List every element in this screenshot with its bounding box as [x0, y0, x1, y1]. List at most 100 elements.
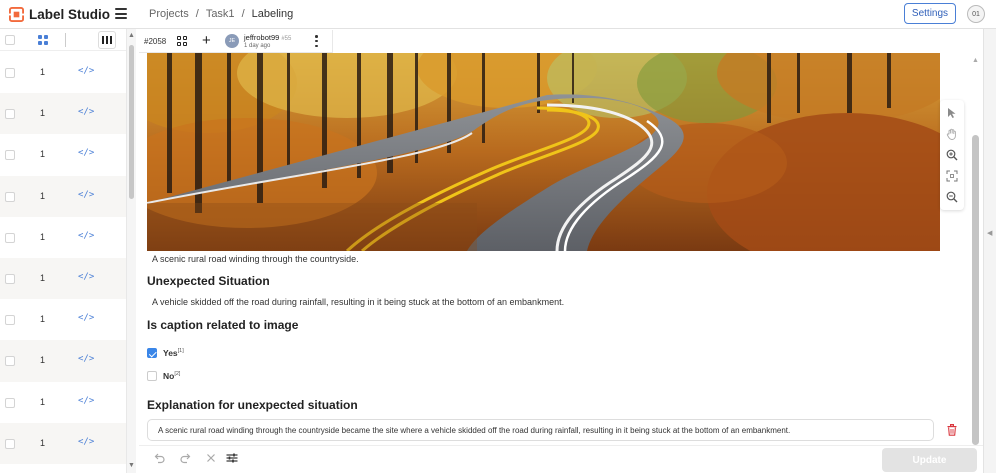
table-row[interactable]: 1 </>	[0, 52, 126, 94]
option-no-label: No	[163, 371, 175, 381]
labeling-area: A scenic rural road winding through the …	[139, 53, 969, 445]
update-button[interactable]: Update	[882, 448, 977, 472]
sliders-icon[interactable]	[226, 452, 238, 467]
table-row[interactable]: 1 </>	[0, 299, 126, 341]
row-count: 1	[40, 314, 46, 325]
bottom-toolbar: Update	[139, 445, 983, 473]
image-caption: A scenic rural road winding through the …	[152, 254, 359, 264]
task-image[interactable]	[147, 53, 940, 251]
table-row[interactable]: 1 </>	[0, 93, 126, 135]
row-checkbox[interactable]	[5, 68, 15, 78]
code-icon: </>	[78, 313, 95, 324]
grid-icon[interactable]	[177, 36, 187, 46]
user-menu-avatar[interactable]: 01	[967, 5, 985, 23]
hamburger-icon[interactable]	[115, 8, 127, 19]
row-count: 1	[40, 149, 46, 160]
app-title: Label Studio	[29, 6, 110, 22]
row-count: 1	[40, 437, 46, 448]
option-no[interactable]: No[2]	[147, 371, 180, 381]
kebab-icon[interactable]	[315, 35, 318, 47]
hand-icon[interactable]	[945, 127, 959, 141]
plus-icon[interactable]: +	[202, 32, 211, 49]
table-row[interactable]: 1 </>	[0, 134, 126, 176]
row-count: 1	[40, 231, 46, 242]
zoom-in-icon[interactable]	[945, 148, 959, 162]
unexpected-situation-heading: Unexpected Situation	[147, 274, 270, 288]
code-icon: </>	[78, 230, 95, 241]
annotation-time: 1 day ago	[244, 43, 271, 49]
row-checkbox[interactable]	[5, 232, 15, 243]
task-list-scrollbar[interactable]: ▲ ▼	[126, 29, 136, 473]
code-icon: </>	[78, 107, 95, 118]
annotator-avatar: JE	[225, 34, 239, 48]
pointer-icon[interactable]	[945, 106, 959, 120]
code-icon: </>	[78, 148, 95, 159]
table-row[interactable]: 1 </>	[0, 381, 126, 423]
row-count: 1	[40, 108, 46, 119]
scroll-down-icon[interactable]: ▼	[128, 462, 135, 469]
no-checkbox[interactable]	[147, 371, 157, 381]
option-yes-hotkey: [1]	[177, 348, 184, 355]
task-list-header	[0, 29, 126, 51]
row-checkbox[interactable]	[5, 315, 15, 326]
caption-related-heading: Is caption related to image	[147, 318, 299, 332]
close-icon[interactable]	[205, 452, 217, 467]
select-all-checkbox[interactable]	[5, 35, 15, 45]
unexpected-situation-text: A vehicle skidded off the road during ra…	[152, 297, 565, 307]
scrollbar-thumb[interactable]	[129, 45, 134, 199]
trash-icon[interactable]	[947, 424, 957, 436]
row-count: 1	[40, 67, 46, 77]
breadcrumb-current: Labeling	[251, 8, 294, 20]
row-count: 1	[40, 355, 46, 366]
yes-checkbox[interactable]	[147, 348, 157, 358]
table-row[interactable]: 1 </>	[0, 340, 126, 382]
breadcrumb-task[interactable]: Task1	[206, 8, 235, 20]
task-list: 1 </> 1 </> 1 </> 1 </> 1 </> 1 </> 1 </> 1 </> 1 </> 1 </>	[0, 29, 126, 473]
row-checkbox[interactable]	[5, 397, 15, 408]
annotator-username: jeffrobot99	[244, 33, 280, 42]
breadcrumb-projects[interactable]: Projects	[149, 8, 189, 20]
row-checkbox[interactable]	[5, 273, 15, 284]
task-rows: 1 </> 1 </> 1 </> 1 </> 1 </> 1 </> 1 </> 1 </> 1 </> 1 </>	[0, 52, 126, 464]
table-row[interactable]: 1 </>	[0, 175, 126, 217]
side-panel-collapsed[interactable]: ◀	[983, 29, 996, 473]
expand-panel-icon[interactable]: ◀	[987, 229, 992, 237]
option-no-hotkey: [2]	[174, 371, 181, 378]
settings-button[interactable]: Settings	[904, 3, 956, 24]
explanation-field[interactable]: A scenic rural road winding through the …	[147, 419, 934, 441]
breadcrumb-separator: /	[241, 8, 245, 20]
undo-icon[interactable]	[154, 452, 166, 467]
code-icon: </>	[78, 395, 95, 406]
code-icon: </>	[78, 354, 95, 365]
explanation-heading: Explanation for unexpected situation	[147, 398, 358, 412]
zoom-out-icon[interactable]	[945, 190, 959, 204]
label-studio-logo-icon	[9, 6, 24, 22]
row-checkbox[interactable]	[5, 191, 15, 202]
table-row[interactable]: 1 </>	[0, 216, 126, 258]
option-yes-label: Yes	[163, 348, 178, 358]
annotator-name[interactable]: jeffrobot99 #55	[244, 33, 291, 42]
scroll-up-icon[interactable]: ▲	[972, 57, 979, 64]
row-checkbox[interactable]	[5, 438, 15, 449]
option-yes[interactable]: Yes[1]	[147, 348, 184, 358]
scrollbar-thumb[interactable]	[972, 135, 979, 445]
annotation-id: #55	[281, 36, 292, 42]
code-icon: </>	[78, 271, 95, 282]
columns-icon[interactable]	[98, 31, 116, 49]
annotation-header: #2058 + JE jeffrobot99 #55 1 day ago	[139, 30, 333, 53]
image-toolbar	[940, 100, 964, 210]
code-icon: </>	[78, 189, 95, 200]
redo-icon[interactable]	[179, 452, 191, 467]
row-checkbox[interactable]	[5, 109, 15, 120]
row-checkbox[interactable]	[5, 356, 15, 367]
table-row[interactable]: 1 </>	[0, 257, 126, 300]
breadcrumb: Projects / Task1 / Labeling	[149, 8, 293, 20]
breadcrumb-separator: /	[195, 8, 199, 20]
grid-view-icon[interactable]	[38, 35, 48, 45]
content-scrollbar[interactable]: ▲	[969, 53, 983, 445]
table-row[interactable]: 1 </>	[0, 422, 126, 464]
top-bar: Label Studio Projects / Task1 / Labeling…	[0, 0, 996, 29]
row-checkbox[interactable]	[5, 150, 15, 161]
fit-to-screen-icon[interactable]	[945, 169, 959, 183]
scroll-up-icon[interactable]: ▲	[128, 32, 135, 39]
